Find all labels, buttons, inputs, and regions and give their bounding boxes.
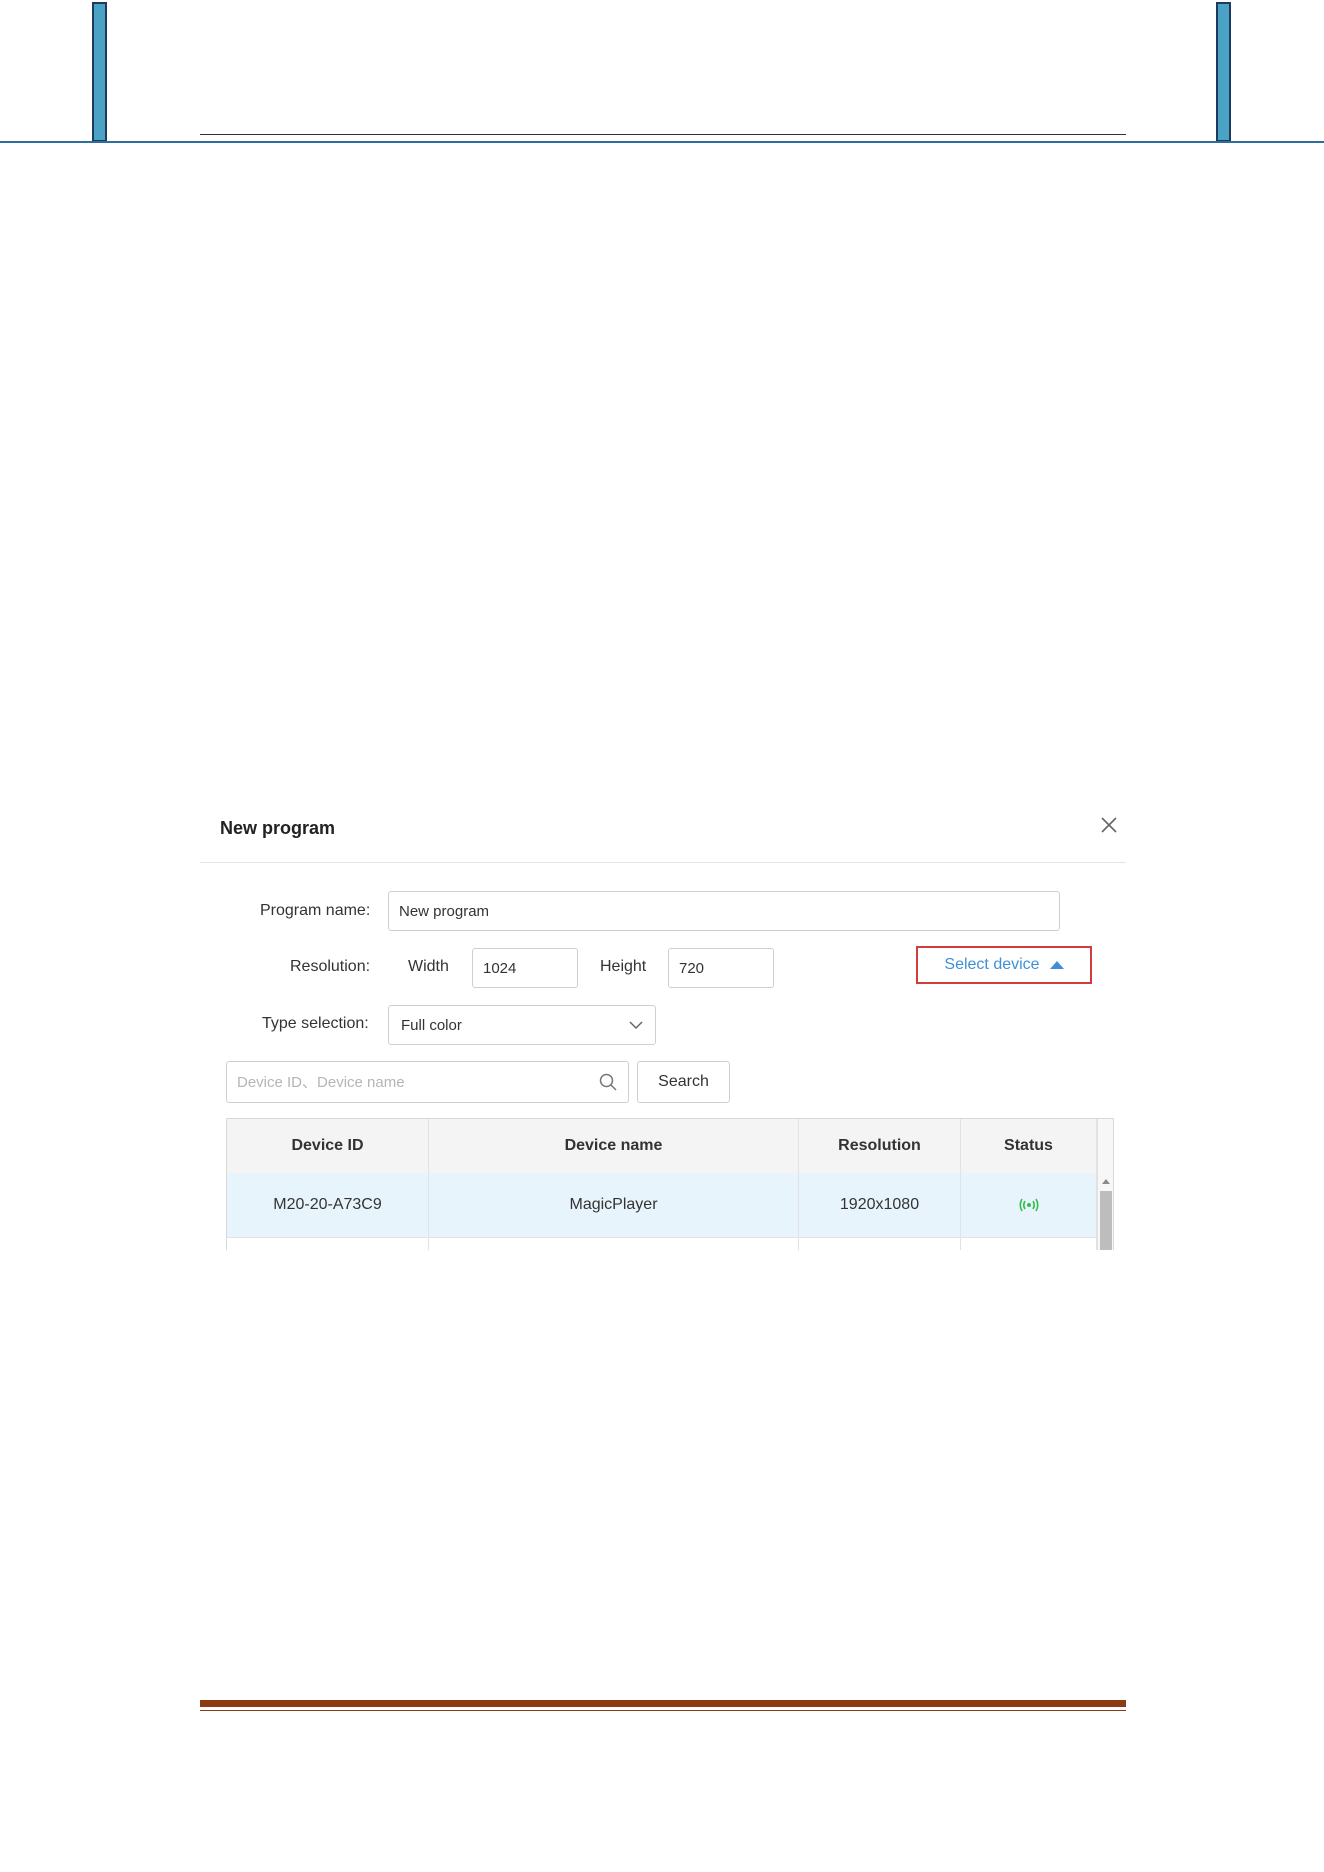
cell-empty bbox=[429, 1238, 799, 1250]
dialog-header-divider bbox=[200, 862, 1126, 863]
footer-rule bbox=[200, 1700, 1126, 1707]
device-search-box bbox=[226, 1061, 629, 1103]
select-device-label: Select device bbox=[944, 956, 1040, 973]
header-divider bbox=[0, 141, 1324, 143]
search-button[interactable]: Search bbox=[637, 1061, 730, 1103]
close-icon[interactable] bbox=[1100, 816, 1118, 834]
column-header-resolution[interactable]: Resolution bbox=[799, 1119, 961, 1173]
width-input[interactable] bbox=[472, 948, 578, 988]
column-header-device-id[interactable]: Device ID bbox=[227, 1119, 429, 1173]
height-input[interactable] bbox=[668, 948, 774, 988]
type-selection-dropdown[interactable]: Full color bbox=[388, 1005, 656, 1045]
cell-empty bbox=[227, 1238, 429, 1250]
cell-status bbox=[961, 1173, 1097, 1237]
table-row[interactable]: M20-20-A73C9 MagicPlayer 1920x1080 bbox=[227, 1173, 1097, 1238]
program-name-input[interactable] bbox=[388, 891, 1060, 931]
scroll-thumb[interactable] bbox=[1100, 1191, 1112, 1250]
search-icon[interactable] bbox=[598, 1072, 618, 1092]
dialog-title: New program bbox=[220, 818, 336, 838]
online-signal-icon bbox=[1018, 1198, 1039, 1212]
cell-device-id: M20-20-A73C9 bbox=[227, 1173, 429, 1237]
device-table: Device ID Device name Resolution Status … bbox=[226, 1118, 1114, 1250]
table-scrollbar[interactable] bbox=[1097, 1119, 1113, 1250]
scroll-up-icon[interactable] bbox=[1102, 1179, 1110, 1184]
resolution-label: Resolution: bbox=[290, 958, 371, 975]
height-label: Height bbox=[600, 958, 647, 975]
table-row[interactable] bbox=[227, 1238, 1097, 1250]
select-device-button[interactable]: Select device bbox=[916, 946, 1092, 984]
column-header-status[interactable]: Status bbox=[961, 1119, 1097, 1173]
cell-empty bbox=[961, 1238, 1097, 1250]
width-label: Width bbox=[408, 958, 449, 975]
footer-rule-thin bbox=[200, 1710, 1126, 1711]
device-search-input[interactable] bbox=[227, 1062, 587, 1102]
header-rule bbox=[200, 134, 1126, 135]
cell-device-name: MagicPlayer bbox=[429, 1173, 799, 1237]
header-decoration-bar-left bbox=[92, 2, 107, 142]
type-selection-label: Type selection: bbox=[262, 1015, 369, 1032]
new-program-dialog: New program Program name: Resolution: Wi… bbox=[200, 798, 1126, 1250]
table-header: Device ID Device name Resolution Status bbox=[227, 1119, 1097, 1174]
program-name-label: Program name: bbox=[260, 902, 371, 919]
cell-empty bbox=[799, 1238, 961, 1250]
chevron-down-icon bbox=[629, 1021, 643, 1030]
header-decoration-bar-right bbox=[1216, 2, 1231, 142]
type-selection-value: Full color bbox=[401, 1016, 462, 1034]
cell-resolution: 1920x1080 bbox=[799, 1173, 961, 1237]
caret-up-icon bbox=[1049, 961, 1064, 969]
column-header-device-name[interactable]: Device name bbox=[429, 1119, 799, 1173]
